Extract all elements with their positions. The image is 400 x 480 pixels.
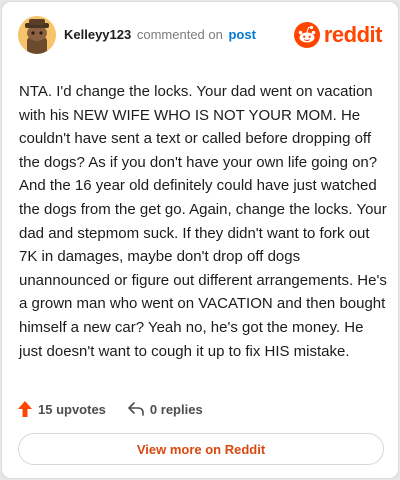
comment-body: NTA. I'd change the locks. Your dad went… bbox=[19, 83, 387, 360]
post-link[interactable]: post bbox=[228, 27, 255, 42]
reply-arrow-icon bbox=[128, 402, 144, 416]
avatar[interactable] bbox=[18, 16, 56, 54]
snoo-avatar-icon bbox=[18, 16, 56, 54]
view-more-button[interactable]: View more on Reddit bbox=[18, 433, 384, 465]
commented-label: commented on bbox=[136, 27, 223, 42]
comment-meta: Kelleyy123 commented on post bbox=[64, 27, 256, 42]
comment-card: Kelleyy123 commented on post reddit NTA.… bbox=[1, 1, 399, 479]
reddit-snoo-icon bbox=[293, 22, 320, 48]
upvotes-stat[interactable]: 15 upvotes bbox=[18, 401, 106, 417]
reddit-logo[interactable]: reddit bbox=[293, 20, 383, 50]
comment-header: Kelleyy123 commented on post reddit bbox=[18, 16, 383, 54]
username[interactable]: Kelleyy123 bbox=[64, 27, 131, 42]
comment-footer: 15 upvotes 0 replies bbox=[18, 398, 203, 420]
replies-count: 0 replies bbox=[149, 401, 203, 417]
replies-stat[interactable]: 0 replies bbox=[128, 402, 203, 417]
upvotes-count: 15 upvotes bbox=[38, 401, 106, 417]
upvote-arrow-icon bbox=[18, 401, 32, 417]
reddit-wordmark: reddit bbox=[323, 22, 383, 47]
